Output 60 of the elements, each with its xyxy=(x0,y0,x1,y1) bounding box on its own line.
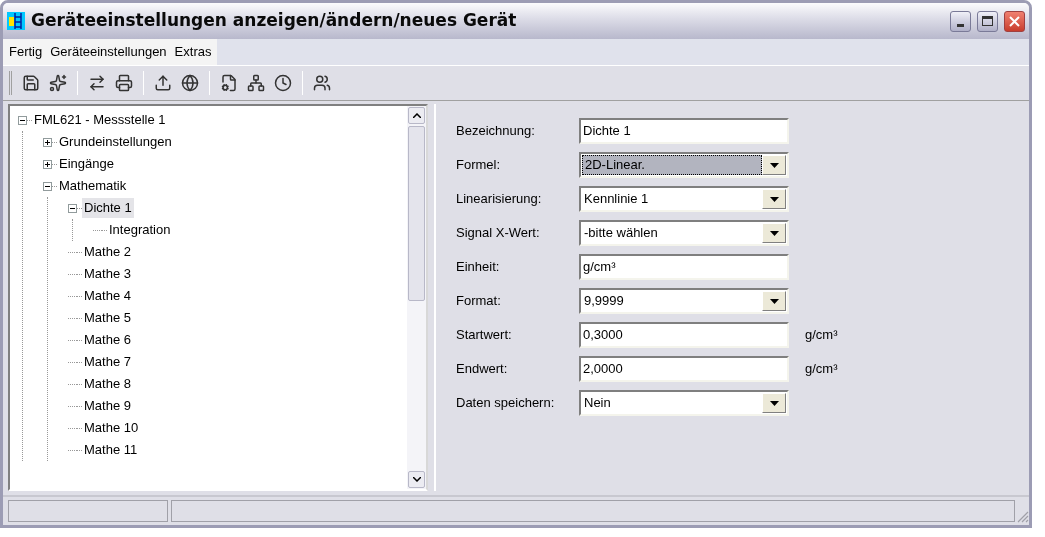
app-icon xyxy=(7,12,25,30)
field-label: Daten speichern: xyxy=(456,394,556,413)
tree-item[interactable]: Mathe 4 xyxy=(82,286,133,306)
field-label: Linearisierung: xyxy=(456,190,543,209)
minimize-button[interactable] xyxy=(950,10,971,32)
caret-icon[interactable] xyxy=(762,189,786,209)
input-field[interactable]: Dichte 1 xyxy=(579,118,789,144)
input-field[interactable]: 2,0000 xyxy=(579,356,789,382)
dropdown[interactable]: 2D-Linear. xyxy=(579,152,789,178)
input-field[interactable]: g/cm³ xyxy=(579,254,789,280)
dropdown[interactable]: 9,9999 xyxy=(579,288,789,314)
tree-item[interactable]: Grundeinstellungen xyxy=(57,132,174,152)
tree-item[interactable]: Mathe 3 xyxy=(82,264,133,284)
tree-item[interactable]: Mathe 8 xyxy=(82,374,133,394)
field-label: Startwert: xyxy=(456,326,513,345)
tree-item[interactable]: Integration xyxy=(107,220,173,240)
input-field[interactable]: 0,3000 xyxy=(579,322,789,348)
dropdown[interactable]: Nein xyxy=(579,390,789,416)
tree-item[interactable]: FML621 - Messstelle 1 xyxy=(32,110,168,130)
caret-icon[interactable] xyxy=(762,393,786,413)
field-label: Signal X-Wert: xyxy=(456,224,541,243)
collapse-icon[interactable] xyxy=(18,115,27,125)
window-title: Geräteeinstellungen anzeigen/ändern/neues Gerät xyxy=(31,9,517,33)
menu-item[interactable]: Extras xyxy=(170,42,216,62)
tree-item[interactable]: Mathematik xyxy=(57,176,129,196)
close-icon[interactable] xyxy=(1009,15,1020,27)
tree-item[interactable]: Mathe 7 xyxy=(82,352,133,372)
resize-grip-icon[interactable] xyxy=(1015,509,1029,523)
field-label: Bezeichnung: xyxy=(456,122,536,141)
tree-item[interactable]: Mathe 10 xyxy=(82,418,141,438)
menu-item[interactable]: Geräteeinstellungen xyxy=(46,42,171,62)
tree-item[interactable]: Eingänge xyxy=(57,154,116,174)
caret-icon[interactable] xyxy=(762,155,786,175)
scroll-up-icon[interactable] xyxy=(408,107,425,124)
expand-icon[interactable] xyxy=(43,137,52,147)
expand-icon[interactable] xyxy=(43,159,52,169)
field-label: Endwert: xyxy=(456,360,509,379)
tree-item[interactable]: Mathe 9 xyxy=(82,396,133,416)
collapse-icon[interactable] xyxy=(43,181,52,191)
maximize-button[interactable] xyxy=(977,10,998,32)
scrollbar[interactable] xyxy=(407,106,426,489)
tree-item[interactable]: Dichte 1 xyxy=(82,198,134,218)
unit-label: g/cm³ xyxy=(805,326,838,345)
scroll-down-icon[interactable] xyxy=(408,471,425,488)
dropdown[interactable]: Kennlinie 1 xyxy=(579,186,789,212)
collapse-icon[interactable] xyxy=(68,203,77,213)
caret-icon[interactable] xyxy=(762,291,786,311)
unit-label: g/cm³ xyxy=(805,360,838,379)
close-button[interactable] xyxy=(1004,10,1025,32)
tree-item[interactable]: Mathe 2 xyxy=(82,242,133,262)
field-label: Format: xyxy=(456,292,502,311)
tree-item[interactable]: Mathe 6 xyxy=(82,330,133,350)
tree-item[interactable]: Mathe 11 xyxy=(82,440,140,460)
field-label: Einheit: xyxy=(456,258,501,277)
caret-icon[interactable] xyxy=(762,223,786,243)
dropdown[interactable]: -bitte wählen xyxy=(579,220,789,246)
scroll-thumb[interactable] xyxy=(408,126,425,301)
tree-item[interactable]: Mathe 5 xyxy=(82,308,133,328)
field-label: Formel: xyxy=(456,156,502,175)
menu-item[interactable]: Fertig xyxy=(5,42,47,62)
